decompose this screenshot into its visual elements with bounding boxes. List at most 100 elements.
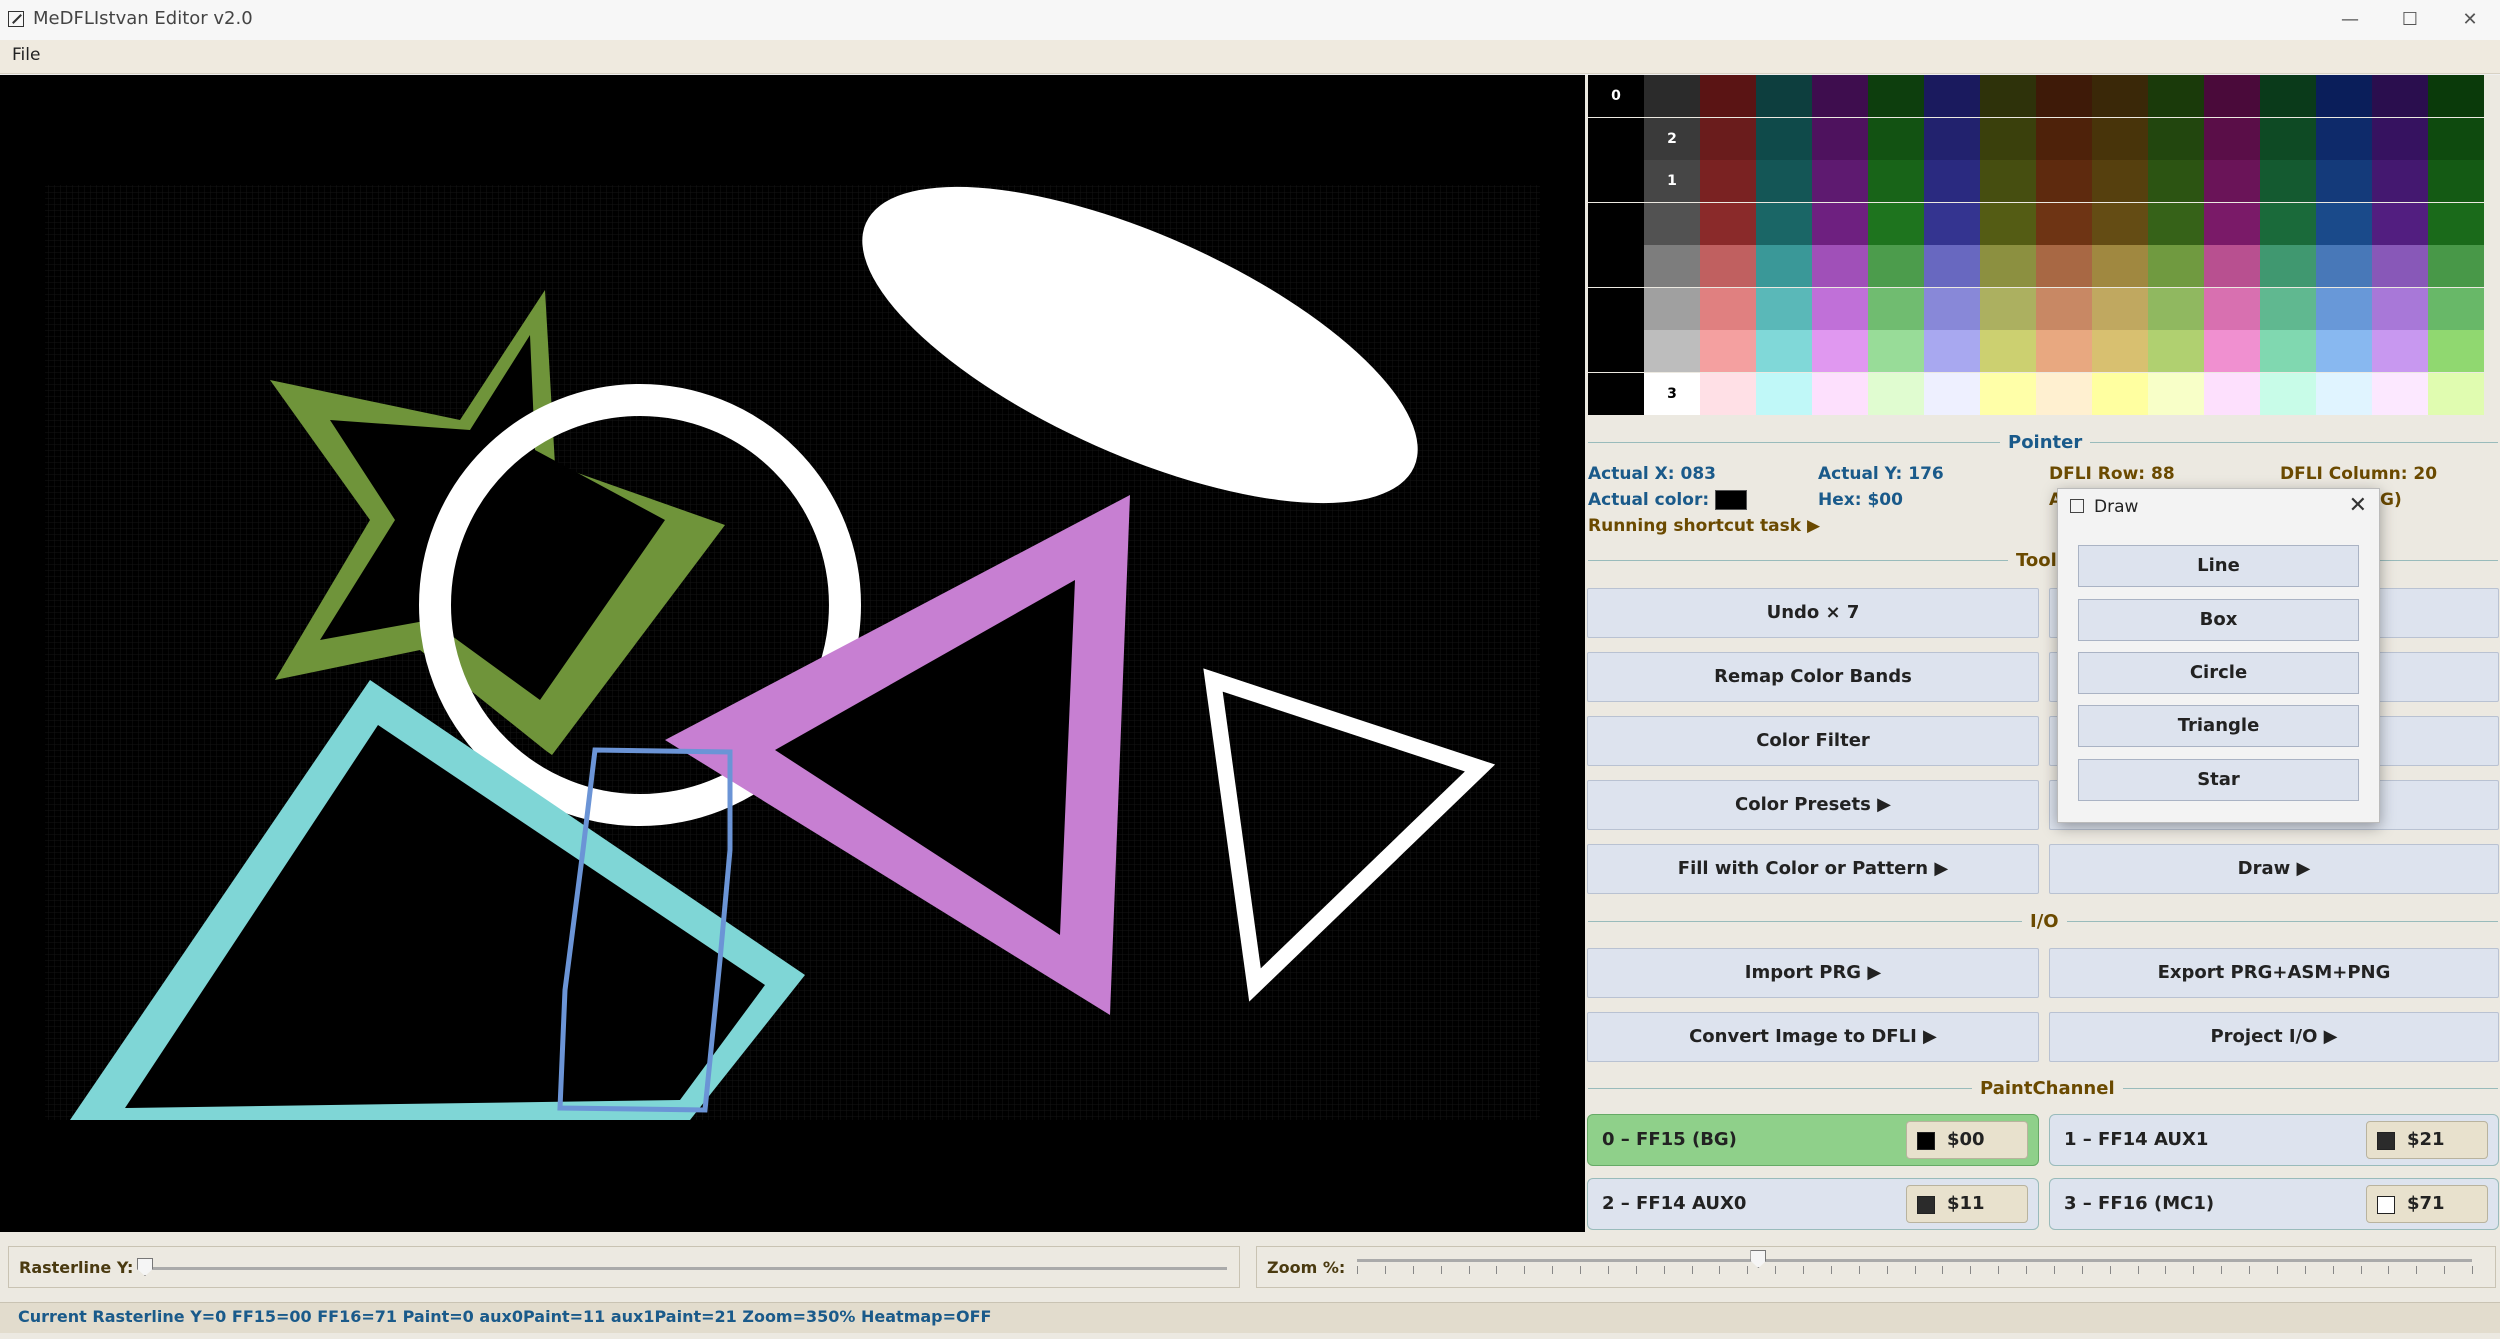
palette-swatch[interactable] — [2316, 75, 2372, 117]
paint-channel-0[interactable]: 0 – FF15 (BG) $00 — [1587, 1114, 2039, 1166]
palette-swatch[interactable] — [1756, 117, 1812, 160]
palette-swatch[interactable] — [2316, 245, 2372, 287]
paint-channel-2-color-button[interactable]: $11 — [1906, 1185, 2028, 1223]
paint-channel-0-color-button[interactable]: $00 — [1906, 1121, 2028, 1159]
palette-swatch[interactable] — [2372, 372, 2428, 415]
palette-swatch[interactable] — [1980, 330, 2036, 372]
palette-swatch[interactable] — [1980, 75, 2036, 117]
palette-swatch[interactable] — [1868, 160, 1924, 202]
palette-swatch[interactable] — [2092, 287, 2148, 330]
palette-swatch[interactable] — [2428, 160, 2484, 202]
palette-swatch[interactable] — [1644, 202, 1700, 245]
palette-swatch[interactable] — [2204, 372, 2260, 415]
palette-swatch[interactable] — [1924, 372, 1980, 415]
palette-swatch[interactable] — [2148, 202, 2204, 245]
palette-swatch[interactable] — [1980, 117, 2036, 160]
palette-swatch[interactable] — [1700, 117, 1756, 160]
palette-swatch[interactable] — [1980, 202, 2036, 245]
palette-swatch[interactable] — [2092, 202, 2148, 245]
palette-swatch[interactable] — [2036, 330, 2092, 372]
color-presets-button[interactable]: Color Presets ▶ — [1587, 780, 2039, 830]
palette-swatch[interactable] — [1868, 330, 1924, 372]
palette-swatch[interactable] — [2148, 117, 2204, 160]
palette-swatch[interactable] — [1924, 287, 1980, 330]
palette-swatch[interactable] — [2372, 330, 2428, 372]
palette-swatch[interactable] — [1588, 160, 1644, 202]
palette-swatch[interactable] — [2036, 202, 2092, 245]
palette-swatch[interactable] — [2148, 372, 2204, 415]
palette-swatch[interactable] — [1700, 245, 1756, 287]
drawing-canvas[interactable] — [0, 75, 1585, 1232]
draw-line-button[interactable]: Line — [2078, 545, 2359, 587]
palette-swatch[interactable] — [1588, 117, 1644, 160]
palette-swatch[interactable] — [1588, 372, 1644, 415]
palette-swatch[interactable] — [2316, 160, 2372, 202]
paint-channel-2[interactable]: 2 – FF14 AUX0 $11 — [1587, 1178, 2039, 1230]
paint-channel-3[interactable]: 3 – FF16 (MC1) $71 — [2049, 1178, 2499, 1230]
palette-swatch[interactable] — [2092, 372, 2148, 415]
palette-swatch[interactable] — [1588, 330, 1644, 372]
palette-swatch[interactable] — [1924, 160, 1980, 202]
palette-swatch[interactable] — [1700, 160, 1756, 202]
palette-swatch[interactable] — [2260, 75, 2316, 117]
palette-swatch[interactable] — [2204, 202, 2260, 245]
palette-swatch[interactable] — [1924, 75, 1980, 117]
palette-swatch[interactable] — [1644, 245, 1700, 287]
palette-swatch[interactable] — [2260, 202, 2316, 245]
palette-swatch[interactable] — [2316, 287, 2372, 330]
palette-swatch[interactable] — [2204, 117, 2260, 160]
palette-swatch[interactable] — [2428, 75, 2484, 117]
palette-swatch[interactable] — [2148, 245, 2204, 287]
palette-swatch[interactable] — [1924, 117, 1980, 160]
running-shortcut-task[interactable]: Running shortcut task ▶ — [1588, 516, 1820, 536]
palette-swatch[interactable] — [1868, 287, 1924, 330]
rasterline-track[interactable] — [137, 1267, 1227, 1270]
maximize-button[interactable]: ☐ — [2380, 0, 2440, 40]
palette-swatch[interactable] — [2372, 245, 2428, 287]
palette-swatch[interactable] — [1700, 372, 1756, 415]
palette-swatch[interactable] — [2260, 245, 2316, 287]
palette-swatch[interactable] — [2036, 75, 2092, 117]
draw-button[interactable]: Draw ▶ — [2049, 844, 2499, 894]
minimize-button[interactable]: — — [2320, 0, 2380, 40]
undo-button[interactable]: Undo × 7 — [1587, 588, 2039, 638]
palette-swatch[interactable] — [1588, 287, 1644, 330]
draw-triangle-button[interactable]: Triangle — [2078, 705, 2359, 747]
palette-swatch[interactable] — [1868, 75, 1924, 117]
palette-swatch[interactable] — [1868, 372, 1924, 415]
fill-button[interactable]: Fill with Color or Pattern ▶ — [1587, 844, 2039, 894]
palette-swatch[interactable] — [2148, 330, 2204, 372]
palette-swatch[interactable] — [2204, 330, 2260, 372]
paint-channel-1[interactable]: 1 – FF14 AUX1 $21 — [2049, 1114, 2499, 1166]
palette-swatch[interactable] — [2372, 287, 2428, 330]
palette-swatch[interactable] — [2260, 117, 2316, 160]
palette-swatch[interactable] — [1756, 202, 1812, 245]
palette-swatch[interactable] — [1812, 202, 1868, 245]
palette-swatch[interactable] — [2204, 245, 2260, 287]
palette-swatch[interactable] — [2036, 160, 2092, 202]
palette-swatch[interactable] — [1812, 330, 1868, 372]
palette-swatch[interactable] — [1700, 287, 1756, 330]
palette-swatch[interactable] — [1868, 117, 1924, 160]
palette-swatch[interactable] — [2428, 287, 2484, 330]
palette-swatch[interactable] — [1812, 160, 1868, 202]
palette-swatch[interactable] — [1812, 117, 1868, 160]
palette-swatch[interactable] — [2204, 287, 2260, 330]
palette-swatch[interactable] — [2092, 245, 2148, 287]
palette-swatch[interactable] — [1644, 287, 1700, 330]
palette-swatch[interactable] — [1756, 160, 1812, 202]
paint-channel-3-color-button[interactable]: $71 — [2366, 1185, 2488, 1223]
palette-swatch[interactable] — [2036, 372, 2092, 415]
palette-swatch[interactable] — [2428, 245, 2484, 287]
palette-swatch[interactable] — [1812, 75, 1868, 117]
palette-swatch[interactable] — [1644, 330, 1700, 372]
export-button[interactable]: Export PRG+ASM+PNG — [2049, 948, 2499, 998]
palette-swatch[interactable] — [2316, 117, 2372, 160]
palette-swatch[interactable] — [2148, 160, 2204, 202]
dialog-close-icon[interactable]: ✕ — [2349, 493, 2367, 518]
palette-swatch[interactable] — [2092, 330, 2148, 372]
palette-swatch[interactable] — [1644, 75, 1700, 117]
palette-swatch[interactable] — [1924, 202, 1980, 245]
palette-swatch[interactable] — [1868, 245, 1924, 287]
palette-swatch[interactable] — [2036, 245, 2092, 287]
